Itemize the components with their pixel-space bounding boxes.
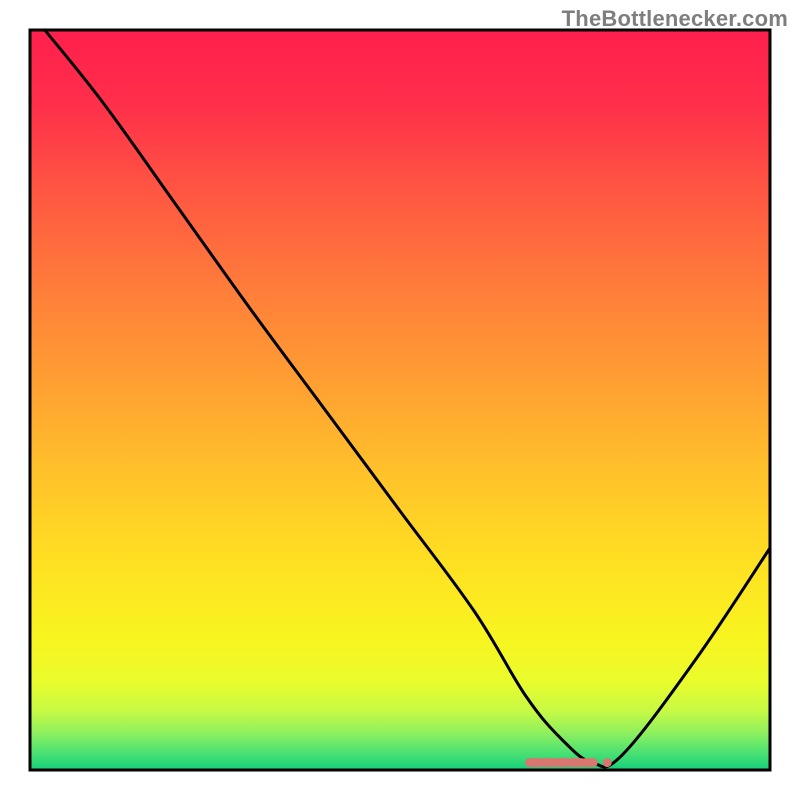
bottleneck-chart xyxy=(0,0,800,800)
plot-background xyxy=(30,30,770,770)
chart-wrapper: TheBottlenecker.com xyxy=(0,0,800,800)
